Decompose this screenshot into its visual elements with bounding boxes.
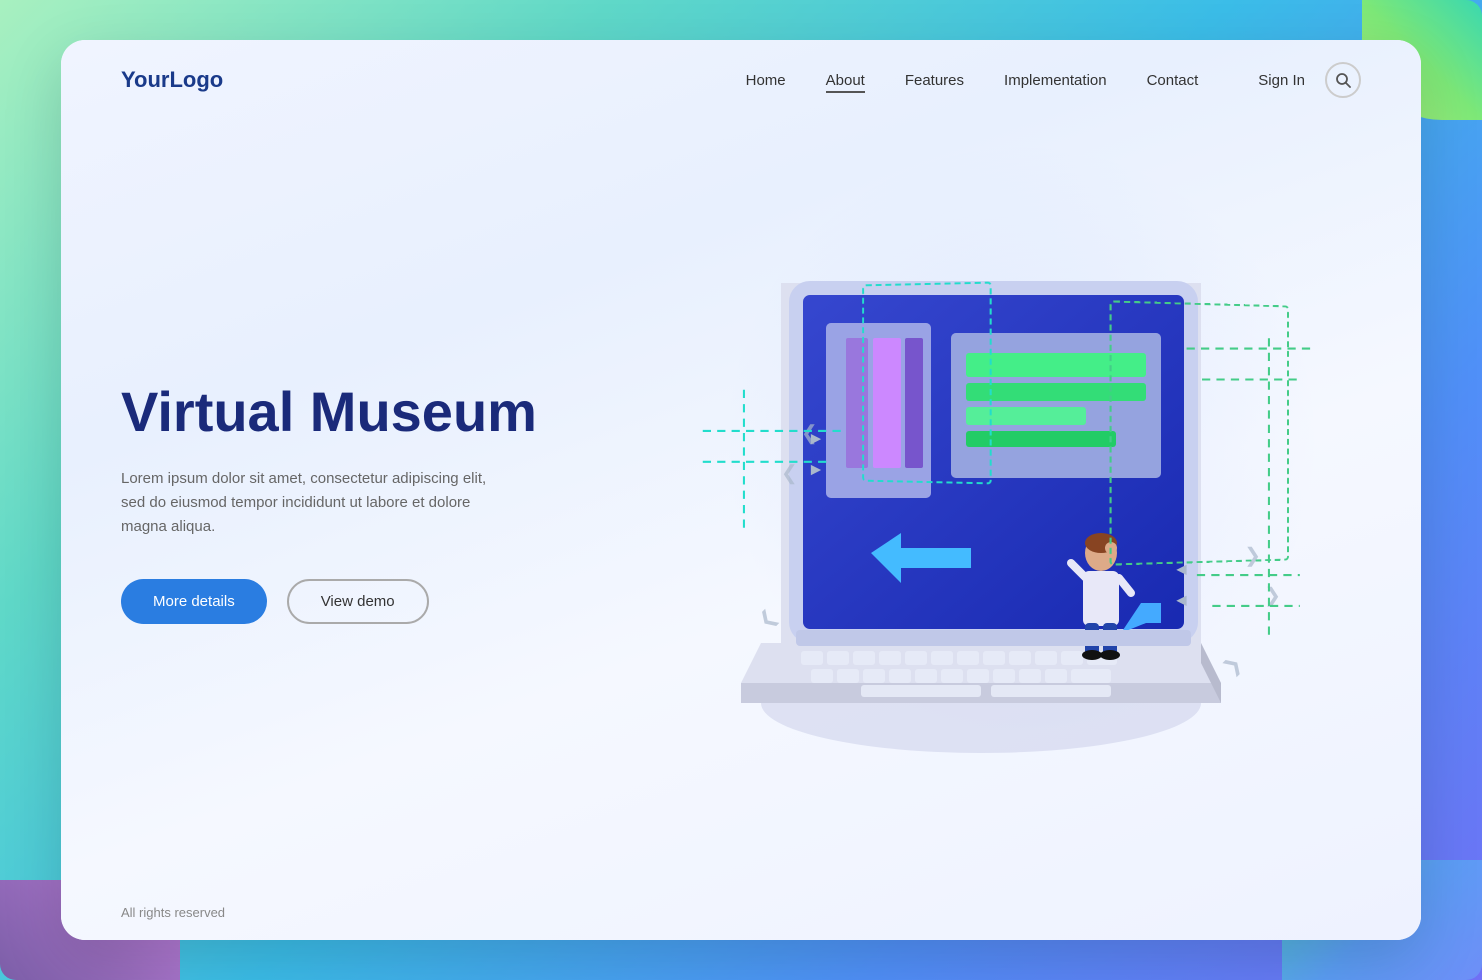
cta-buttons: More details View demo [121,579,621,624]
main-content: Virtual Museum Lorem ipsum dolor sit ame… [61,120,1421,885]
nav-right: Sign In [1258,62,1361,98]
float-arrow-2: ❯ [781,463,798,488]
view-demo-button[interactable]: View demo [287,579,429,624]
nav-about[interactable]: About [826,72,865,89]
footer: All rights reserved [61,885,1421,940]
float-arrow-3: ❯ [1244,543,1261,568]
nav-features[interactable]: Features [905,72,964,89]
nav-links: Home About Features Implementation Conta… [746,72,1199,89]
logo: YourLogo [121,67,223,93]
hero-description: Lorem ipsum dolor sit amet, consectetur … [121,467,501,539]
dashed-frame-left [862,281,992,484]
main-card: YourLogo Home About Features Implementat… [61,40,1421,940]
search-button[interactable] [1325,62,1361,98]
navbar: YourLogo Home About Features Implementat… [61,40,1421,120]
more-details-button[interactable]: More details [121,579,267,624]
hero-title: Virtual Museum [121,381,621,443]
footer-copyright: All rights reserved [121,905,225,920]
float-arrow-1: ❯ [801,423,818,448]
dashed-frame-right [1110,300,1289,565]
float-arrow-4: ❯ [1264,583,1281,608]
nav-contact[interactable]: Contact [1147,72,1199,89]
sign-in-button[interactable]: Sign In [1258,72,1305,89]
search-icon [1335,72,1351,88]
hero-illustration: ❯ ❯ ❯ ❯ ❯ ❯ [621,203,1361,803]
isometric-illustration: ❯ ❯ ❯ ❯ ❯ ❯ [641,223,1341,783]
nav-home[interactable]: Home [746,72,786,89]
left-section: Virtual Museum Lorem ipsum dolor sit ame… [121,381,621,624]
nav-implementation[interactable]: Implementation [1004,72,1107,89]
